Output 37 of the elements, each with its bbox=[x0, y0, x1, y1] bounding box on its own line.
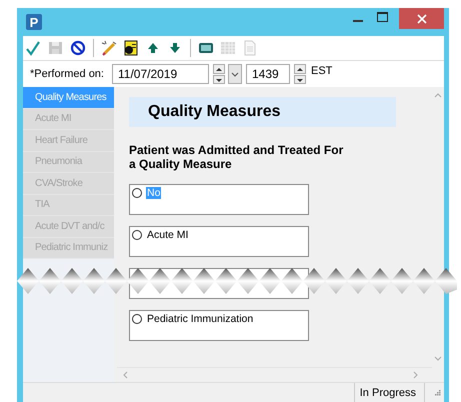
sidebar-item[interactable]: Heart Failure bbox=[23, 130, 114, 152]
section-heading: Quality Measures bbox=[129, 97, 396, 127]
option-label[interactable]: No bbox=[146, 187, 162, 199]
close-icon bbox=[416, 14, 426, 24]
pencil-icon[interactable] bbox=[101, 40, 117, 56]
minimize-icon[interactable] bbox=[353, 18, 363, 22]
radio-button[interactable] bbox=[132, 230, 142, 240]
close-button[interactable] bbox=[399, 8, 444, 29]
option-label[interactable]: Acute MI bbox=[146, 229, 190, 241]
status-text: In Progress bbox=[354, 383, 425, 402]
date-field[interactable]: 11/07/2019 bbox=[112, 64, 209, 84]
dropdown-button[interactable] bbox=[228, 64, 242, 84]
sidebar-item[interactable]: Pneumonia bbox=[23, 152, 114, 173]
spin-down-icon[interactable] bbox=[294, 74, 306, 84]
field-label: *Performed on: bbox=[30, 68, 104, 80]
sidebar-item[interactable]: Acute DVT and/c bbox=[23, 216, 114, 238]
option-label[interactable]: Pediatric Immunization bbox=[146, 313, 254, 325]
chevron-down-icon bbox=[230, 72, 239, 76]
spin-up-icon[interactable] bbox=[294, 64, 306, 74]
maximize-icon[interactable] bbox=[377, 12, 388, 22]
checkmark-icon[interactable] bbox=[26, 40, 42, 56]
time-field[interactable]: 1439 bbox=[246, 64, 290, 84]
sidebar-item[interactable]: Acute MI bbox=[23, 108, 114, 130]
spin-down-icon[interactable] bbox=[212, 74, 225, 84]
id-card-icon[interactable] bbox=[123, 40, 139, 56]
timezone-label: EST bbox=[310, 65, 332, 77]
radio-button[interactable] bbox=[132, 188, 142, 198]
sidebar-item[interactable]: TIA bbox=[23, 194, 114, 216]
resize-grip-icon[interactable] bbox=[435, 390, 441, 396]
app-logo: P bbox=[26, 14, 42, 30]
prohibited-icon[interactable] bbox=[70, 40, 86, 56]
question-text: Patient was Admitted and Treated For a Quality Measure bbox=[129, 143, 344, 171]
sidebar-item[interactable]: CVA/Stroke bbox=[23, 173, 114, 194]
spin-up-icon[interactable] bbox=[212, 64, 225, 74]
sidebar-item[interactable]: Pediatric Immuniz bbox=[23, 238, 114, 259]
radio-button[interactable] bbox=[132, 314, 142, 324]
sidebar-item[interactable]: Quality Measures bbox=[23, 87, 114, 108]
